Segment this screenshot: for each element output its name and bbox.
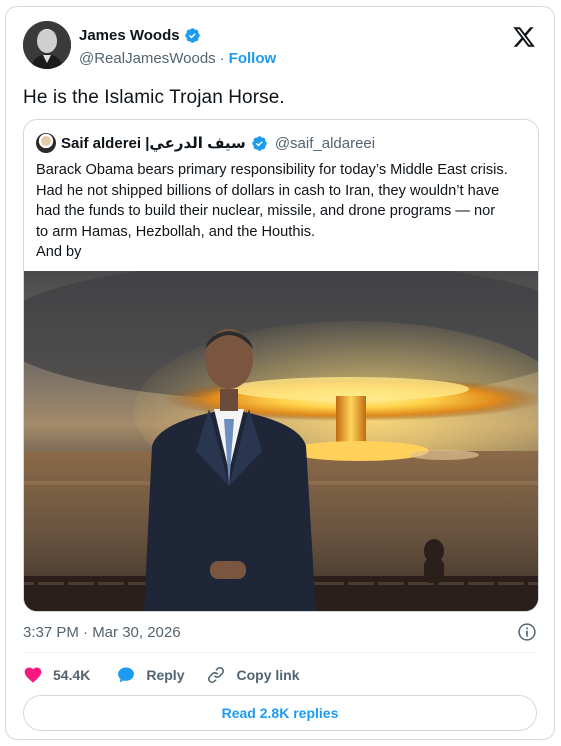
- quoted-text-line: Barack Obama bears primary responsibilit…: [36, 162, 508, 178]
- like-count: 54.4K: [53, 667, 91, 683]
- mushroom-cloud-photo: [24, 271, 538, 611]
- read-replies-button[interactable]: Read 2.8K replies: [23, 695, 537, 731]
- copy-link-label: Copy link: [236, 667, 300, 683]
- quoted-text-line: Had he not shipped billions of dollars i…: [36, 182, 500, 199]
- follow-button[interactable]: Follow: [229, 50, 277, 67]
- separator-dot: ·: [219, 50, 225, 67]
- quoted-text-line: had the funds to build their nuclear, mi…: [36, 203, 496, 220]
- info-icon[interactable]: [517, 622, 537, 642]
- action-bar: 54.4K Reply Copy link: [23, 663, 300, 687]
- quoted-text-line: And by: [36, 244, 82, 261]
- quoted-avatar[interactable]: [36, 133, 56, 153]
- verified-badge-icon: [184, 28, 200, 43]
- quoted-image[interactable]: [24, 271, 538, 611]
- x-logo-icon[interactable]: [512, 25, 536, 49]
- author-name[interactable]: James Woods: [79, 27, 180, 44]
- like-button[interactable]: 54.4K: [23, 665, 90, 685]
- author-handle[interactable]: @RealJamesWoods: [79, 50, 216, 67]
- tweet-card: James Woods @RealJamesWoods · Follow He …: [5, 6, 555, 740]
- verified-badge-icon: [252, 135, 267, 151]
- quoted-author-name: Saif alderei |سيف الدرعي: [61, 135, 246, 152]
- tweet-text: He is the Islamic Trojan Horse.: [23, 87, 285, 108]
- quoted-author-handle: @saif_aldareei: [274, 134, 376, 152]
- reply-bubble-icon: [118, 667, 135, 683]
- reply-label: Reply: [146, 667, 185, 683]
- quoted-tweet[interactable]: Saif alderei |سيف الدرعي @saif_aldareei …: [23, 119, 539, 612]
- copy-link-button[interactable]: Copy link: [206, 665, 300, 685]
- quoted-text: Barack Obama bears primary responsibilit…: [36, 160, 528, 263]
- reply-button[interactable]: Reply: [116, 665, 184, 685]
- heart-icon: [24, 667, 42, 683]
- avatar[interactable]: [23, 21, 71, 69]
- link-icon: [208, 667, 225, 683]
- tweet-timestamp[interactable]: 3:37 PM · Mar 30, 2026: [23, 624, 181, 641]
- author-handle-row: @RealJamesWoods · Follow: [79, 50, 276, 67]
- quoted-author-row: Saif alderei |سيف الدرعي @saif_aldareei: [36, 133, 375, 153]
- quoted-text-line: to arm Hamas, Hezbollah, and the Houthis…: [36, 223, 316, 240]
- author-name-row: James Woods: [79, 27, 201, 44]
- divider: [23, 652, 537, 653]
